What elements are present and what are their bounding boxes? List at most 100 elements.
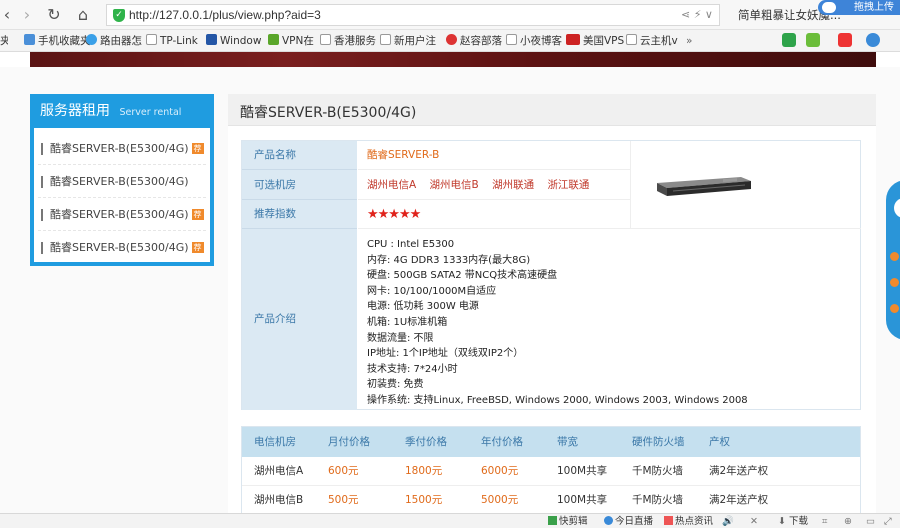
floating-service-widget[interactable]: [886, 180, 900, 340]
phone-icon: [24, 34, 35, 45]
room-option[interactable]: 湖州电信B: [430, 179, 479, 191]
avatar: [894, 198, 900, 218]
bookmark-item[interactable]: VPN在: [268, 33, 314, 49]
pricing-cell: 湖州电信B: [254, 494, 304, 506]
desc-line: 初装费: 免费: [367, 379, 424, 391]
url-text[interactable]: http://127.0.0.1/plus/view.php?aid=3: [129, 7, 321, 23]
pricing-header: 季付价格: [405, 436, 447, 448]
page-icon: [320, 34, 331, 45]
crop-icon[interactable]: ⌗: [822, 515, 827, 528]
room-option[interactable]: 浙江联通: [547, 179, 589, 191]
bookmark-item[interactable]: 云主机v: [626, 33, 678, 49]
desc-line: 数据流量: 不限: [367, 332, 434, 344]
search-icon[interactable]: [866, 33, 880, 47]
pricing-cell: 满2年送产权: [709, 494, 769, 506]
bookmark-item[interactable]: 路由器怎: [86, 33, 142, 49]
phone-icon[interactable]: [890, 278, 899, 287]
vpn-icon: [268, 34, 279, 45]
home-icon[interactable]: ⌂: [72, 5, 94, 25]
tools-icon[interactable]: ✕: [750, 515, 758, 528]
bookmark-item[interactable]: 小夜博客: [506, 33, 562, 49]
page-icon: [380, 34, 391, 45]
spec-table: 产品名称 酷睿SERVER-B 可选机房 湖州电信A 湖州电信B 湖州联通 浙江…: [241, 140, 861, 410]
bookmark-item[interactable]: 美国VPS: [566, 33, 624, 49]
header-banner: [30, 52, 876, 67]
rooms-value: 湖州电信A 湖州电信B 湖州联通 浙江联通: [358, 170, 630, 200]
pricing-header-row: 电信机房 月付价格 季付价格 年付价格 带宽 硬件防火墙 产权: [242, 427, 860, 457]
pricing-row: 湖州电信B 500元 1500元 5000元 100M共享 千M防火墙 满2年送…: [242, 486, 860, 515]
reload-icon[interactable]: ↻: [44, 5, 64, 25]
page-icon: [506, 34, 517, 45]
shield-icon[interactable]: [782, 33, 796, 47]
desc-line: 机箱: 1U标准机箱: [367, 316, 448, 328]
bookmark-item[interactable]: 新用户注: [380, 33, 436, 49]
pricing-cell: 满2年送产权: [709, 465, 769, 477]
bookmark-item[interactable]: TP-Link: [146, 33, 198, 49]
pricing-cell: 6000元: [481, 465, 519, 477]
page-icon: [146, 34, 157, 45]
status-item[interactable]: ⬇ 下载: [778, 515, 808, 528]
pricing-cell: 1500元: [405, 494, 443, 506]
rating-stars: ★★★★★: [367, 207, 421, 222]
bookmark-item[interactable]: 手机收藏夹: [24, 33, 91, 49]
pricing-header: 月付价格: [328, 436, 370, 448]
room-option[interactable]: 湖州电信A: [367, 179, 416, 191]
scissors-icon: [548, 516, 557, 525]
sidebar-subtitle: Server rental: [119, 107, 182, 118]
pricing-cell: 千M防火墙: [632, 494, 684, 506]
rating-value: ★★★★★: [358, 200, 630, 229]
address-bar[interactable]: ✓ http://127.0.0.1/plus/view.php?aid=3 ⋖…: [106, 4, 720, 26]
speaker-icon[interactable]: 🔊: [722, 515, 734, 528]
product-image-cell: [630, 141, 861, 229]
desc-line: 操作系统: 支持Linux, FreeBSD, Windows 2000, Wi…: [367, 394, 748, 406]
windows-icon: [206, 34, 217, 45]
secure-shield-icon: ✓: [113, 9, 125, 22]
rating-label: 推荐指数: [242, 200, 357, 229]
pricing-cell: 千M防火墙: [632, 465, 684, 477]
bookmark-cut[interactable]: 夹: [0, 33, 8, 49]
bookmarks-overflow[interactable]: »: [686, 33, 692, 49]
desc-line: CPU : Intel E5300: [367, 239, 455, 250]
forward-icon[interactable]: ›: [18, 5, 36, 25]
mail-icon[interactable]: [890, 304, 899, 313]
bookmark-item[interactable]: Window: [206, 33, 261, 49]
sidebar-item[interactable]: 酷睿SERVER-B(E5300/4G) 荐: [38, 132, 206, 165]
recommend-tag: 荐: [191, 143, 204, 154]
extension-icon[interactable]: [806, 33, 820, 47]
sidebar-item[interactable]: 酷睿SERVER-B(E5300/4G): [38, 165, 206, 198]
pricing-header: 产权: [709, 436, 730, 448]
cut-icon[interactable]: [838, 33, 852, 47]
address-actions-icon[interactable]: ⋖ ⚡ ∨: [681, 7, 713, 23]
back-icon[interactable]: ‹: [0, 5, 14, 25]
pricing-cell: 600元: [328, 465, 359, 477]
pricing-cell: 100M共享: [557, 465, 608, 477]
chat-icon[interactable]: [890, 252, 899, 261]
upload-button[interactable]: 拖拽上传: [818, 0, 900, 15]
cloud-icon: [822, 2, 836, 13]
desc-line: 硬盘: 500GB SATA2 带NCQ技术高速硬盘: [367, 270, 558, 282]
bookmarks-bar: 夹 手机收藏夹 路由器怎 TP-Link Window VPN在 香港服务 新用…: [0, 30, 900, 52]
sidebar-header: 服务器租用 Server rental: [34, 98, 210, 128]
zoom-icon[interactable]: ⊕: [844, 515, 852, 528]
sidebar-item[interactable]: 酷睿SERVER-B(E5300/4G) 荐: [38, 231, 206, 264]
desc-label: 产品介绍: [242, 229, 357, 410]
recommend-tag: 荐: [191, 242, 204, 253]
bookmark-item[interactable]: 赵容部落: [446, 33, 502, 49]
upload-label: 拖拽上传: [854, 2, 894, 13]
page-icon: [626, 34, 637, 45]
sidebar-item[interactable]: 酷睿SERVER-B(E5300/4G) 荐: [38, 198, 206, 231]
status-item[interactable]: 快剪辑: [548, 515, 588, 528]
name-label: 产品名称: [242, 141, 357, 170]
pricing-header: 年付价格: [481, 436, 523, 448]
recommend-tag: 荐: [191, 209, 204, 220]
pricing-cell: 5000元: [481, 494, 519, 506]
desc-line: IP地址: 1个IP地址（双线双IP2个）: [367, 348, 524, 360]
status-item[interactable]: 今日直播: [604, 515, 653, 528]
room-option[interactable]: 湖州联通: [492, 179, 534, 191]
live-icon: [604, 516, 613, 525]
browser-toolbar: ‹ › ↻ ⌂ ✓ http://127.0.0.1/plus/view.php…: [0, 0, 900, 30]
bookmark-item[interactable]: 香港服务: [320, 33, 376, 49]
fullscreen-icon[interactable]: ⤢: [884, 515, 892, 528]
status-item[interactable]: 热点资讯: [664, 515, 713, 528]
view-icon[interactable]: ▭: [866, 515, 875, 528]
